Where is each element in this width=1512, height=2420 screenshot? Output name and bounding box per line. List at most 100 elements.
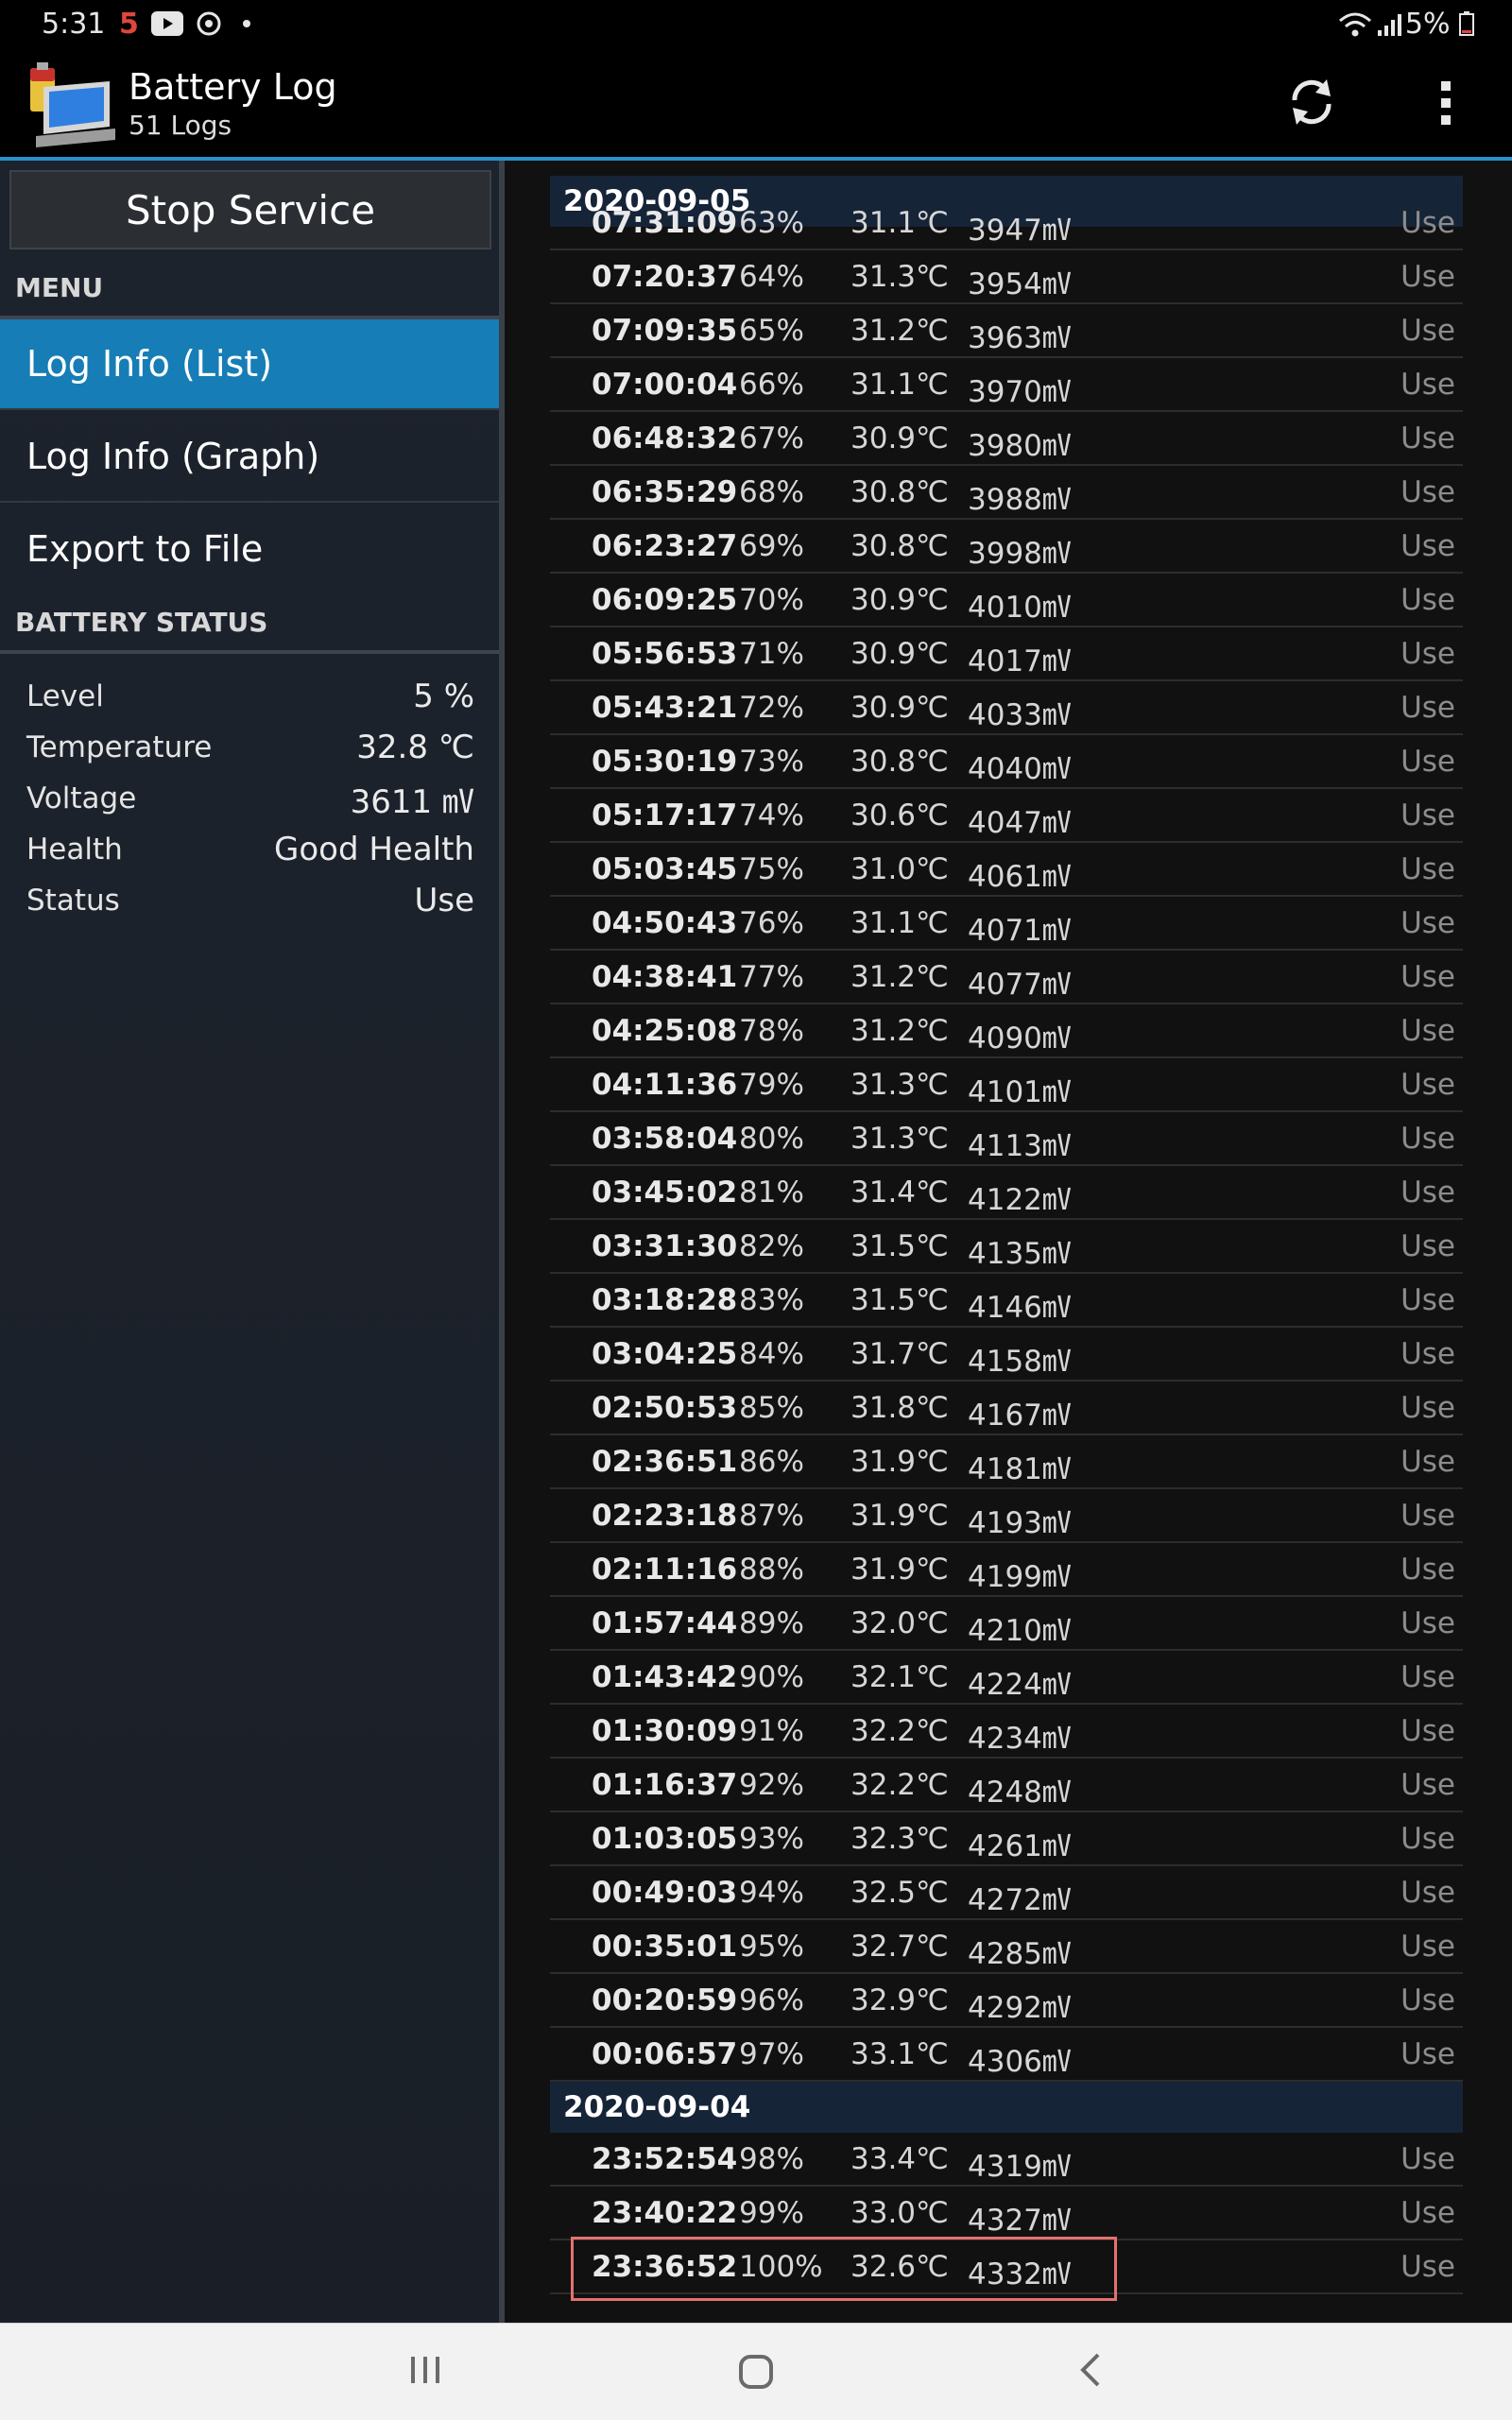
log-row[interactable]: 01:43:42 90% 32.1℃ 4224㎷ Use xyxy=(550,1651,1463,1705)
log-row[interactable]: 07:20:37 64% 31.3℃ 3954㎷ Use xyxy=(550,250,1463,304)
log-row[interactable]: 00:35:01 95% 32.7℃ 4285㎷ Use xyxy=(550,1920,1463,1974)
log-row[interactable]: 04:11:36 79% 31.3℃ 4101㎷ Use xyxy=(550,1058,1463,1112)
stop-service-button[interactable]: Stop Service xyxy=(9,170,491,249)
back-icon[interactable] xyxy=(1072,2351,1109,2389)
log-row[interactable]: 05:43:21 72% 30.9℃ 4033㎷ Use xyxy=(550,681,1463,735)
log-status: Use xyxy=(1400,2037,1455,2071)
log-row[interactable]: 03:45:02 81% 31.4℃ 4122㎷ Use xyxy=(550,1166,1463,1220)
log-status: Use xyxy=(1400,691,1455,725)
log-time: 07:00:04 xyxy=(592,368,738,402)
log-time: 03:45:02 xyxy=(592,1176,738,1210)
log-voltage: 4261㎷ xyxy=(968,1829,1072,1863)
more-notifications-dot-icon xyxy=(243,20,250,27)
log-voltage: 3980㎷ xyxy=(968,429,1072,463)
log-row[interactable]: 03:18:28 83% 31.5℃ 4146㎷ Use xyxy=(550,1274,1463,1328)
log-status: Use xyxy=(1400,1714,1455,1748)
log-row[interactable]: 06:23:27 69% 30.8℃ 3998㎷ Use xyxy=(550,520,1463,574)
log-row[interactable]: 23:36:52 100% 32.6℃ 4332㎷ Use xyxy=(550,2237,1463,2301)
log-status: Use xyxy=(1400,1660,1455,1694)
log-status: Use xyxy=(1400,1229,1455,1263)
battery-icon xyxy=(1459,11,1474,36)
battery-log-app-icon xyxy=(30,62,115,147)
menu-item-log-list[interactable]: Log Info (List) xyxy=(0,319,499,408)
log-status: Use xyxy=(1400,583,1455,617)
log-time: 03:31:30 xyxy=(592,1229,738,1263)
voltage-value: 3611 ㎷ xyxy=(350,782,474,821)
log-row[interactable]: 02:36:51 86% 31.9℃ 4181㎷ Use xyxy=(550,1435,1463,1489)
log-row[interactable]: 01:57:44 89% 32.0℃ 4210㎷ Use xyxy=(550,1597,1463,1651)
log-temperature: 33.4℃ xyxy=(850,2142,949,2176)
log-row[interactable]: 06:48:32 67% 30.9℃ 3980㎷ Use xyxy=(550,412,1463,466)
log-row[interactable]: 05:30:19 73% 30.8℃ 4040㎷ Use xyxy=(550,735,1463,789)
log-row[interactable]: 03:31:30 82% 31.5℃ 4135㎷ Use xyxy=(550,1220,1463,1274)
menu-item-log-graph[interactable]: Log Info (Graph) xyxy=(0,412,499,501)
log-row[interactable]: 01:16:37 92% 32.2℃ 4248㎷ Use xyxy=(550,1759,1463,1812)
log-row[interactable]: 00:20:59 96% 32.9℃ 4292㎷ Use xyxy=(550,1974,1463,2028)
log-row[interactable]: 01:03:05 93% 32.3℃ 4261㎷ Use xyxy=(550,1812,1463,1866)
log-time: 05:43:21 xyxy=(592,691,738,725)
log-row[interactable]: 07:31:09 63% 31.1℃ 3947㎷ Use xyxy=(550,197,1463,250)
log-row[interactable]: 02:23:18 87% 31.9℃ 4193㎷ Use xyxy=(550,1489,1463,1543)
log-temperature: 30.8℃ xyxy=(850,475,949,509)
recent-apps-icon[interactable] xyxy=(408,2353,442,2387)
log-status: Use xyxy=(1400,960,1455,994)
log-row[interactable]: 00:49:03 94% 32.5℃ 4272㎷ Use xyxy=(550,1866,1463,1920)
log-level: 64% xyxy=(739,260,804,294)
log-status: Use xyxy=(1400,1876,1455,1910)
home-icon[interactable] xyxy=(737,2353,775,2391)
log-list[interactable]: 2020-09-05 07:31:09 63% 31.1℃ 3947㎷ Use 07:20… xyxy=(550,176,1463,2323)
battery-percent-text: 5% xyxy=(1404,8,1451,41)
log-row[interactable]: 04:38:41 77% 31.2℃ 4077㎷ Use xyxy=(550,951,1463,1004)
log-row[interactable]: 23:52:54 98% 33.4℃ 4319㎷ Use xyxy=(550,2133,1463,2187)
log-voltage: 4033㎷ xyxy=(968,698,1072,732)
log-time: 00:20:59 xyxy=(592,1983,738,2017)
log-row[interactable]: 03:04:25 84% 31.7℃ 4158㎷ Use xyxy=(550,1328,1463,1382)
log-row[interactable]: 04:50:43 76% 31.1℃ 4071㎷ Use xyxy=(550,897,1463,951)
log-row[interactable]: 05:17:17 74% 30.6℃ 4047㎷ Use xyxy=(550,789,1463,843)
log-row[interactable]: 04:25:08 78% 31.2℃ 4090㎷ Use xyxy=(550,1004,1463,1058)
log-row[interactable]: 07:00:04 66% 31.1℃ 3970㎷ Use xyxy=(550,358,1463,412)
log-row[interactable]: 23:40:22 99% 33.0℃ 4327㎷ Use xyxy=(550,2187,1463,2240)
menu-divider xyxy=(0,408,499,410)
menu-item-export[interactable]: Export to File xyxy=(0,505,499,593)
log-row[interactable]: 05:03:45 75% 31.0℃ 4061㎷ Use xyxy=(550,843,1463,897)
log-time: 00:06:57 xyxy=(592,2037,738,2071)
log-row[interactable]: 05:56:53 71% 30.9℃ 4017㎷ Use xyxy=(550,627,1463,681)
log-row[interactable]: 02:50:53 85% 31.8℃ 4167㎷ Use xyxy=(550,1382,1463,1435)
log-level: 98% xyxy=(739,2142,804,2176)
log-level: 76% xyxy=(739,906,804,940)
log-voltage: 4285㎷ xyxy=(968,1937,1072,1971)
log-row[interactable]: 02:11:16 88% 31.9℃ 4199㎷ Use xyxy=(550,1543,1463,1597)
overflow-menu-icon[interactable] xyxy=(1433,77,1461,129)
log-voltage: 4071㎷ xyxy=(968,914,1072,948)
health-value: Good Health xyxy=(274,831,474,868)
log-status: Use xyxy=(1400,529,1455,563)
log-row[interactable]: 07:09:35 65% 31.2℃ 3963㎷ Use xyxy=(550,304,1463,358)
log-voltage: 4090㎷ xyxy=(968,1021,1072,1056)
log-row[interactable]: 06:35:29 68% 30.8℃ 3988㎷ Use xyxy=(550,466,1463,520)
refresh-icon[interactable] xyxy=(1285,76,1338,129)
log-level: 72% xyxy=(739,691,804,725)
log-level: 88% xyxy=(739,1553,804,1587)
log-time: 03:18:28 xyxy=(592,1283,738,1317)
battery-status-header: BATTERY STATUS xyxy=(15,607,268,638)
status-bar xyxy=(0,0,1512,49)
log-group-2020-09-05: 07:31:09 63% 31.1℃ 3947㎷ Use 07:20:37 64% 31.3℃… xyxy=(550,197,1463,2082)
log-temperature: 30.9℃ xyxy=(850,637,949,671)
log-time: 01:16:37 xyxy=(592,1768,738,1802)
log-level: 86% xyxy=(739,1445,804,1479)
log-time: 07:31:09 xyxy=(592,206,738,240)
log-temperature: 31.5℃ xyxy=(850,1283,949,1317)
log-status: Use xyxy=(1400,745,1455,779)
log-voltage: 4113㎷ xyxy=(968,1129,1072,1163)
log-time: 00:35:01 xyxy=(592,1930,738,1964)
log-row[interactable]: 03:58:04 80% 31.3℃ 4113㎷ Use xyxy=(550,1112,1463,1166)
log-voltage: 3963㎷ xyxy=(968,321,1072,355)
log-time: 23:36:52 xyxy=(592,2250,738,2284)
log-row[interactable]: 01:30:09 91% 32.2℃ 4234㎷ Use xyxy=(550,1705,1463,1759)
log-level: 96% xyxy=(739,1983,804,2017)
log-row[interactable]: 06:09:25 70% 30.9℃ 4010㎷ Use xyxy=(550,574,1463,627)
temperature-label: Temperature xyxy=(26,730,213,764)
log-status: Use xyxy=(1400,1822,1455,1856)
log-row[interactable]: 00:06:57 97% 33.1℃ 4306㎷ Use xyxy=(550,2028,1463,2082)
